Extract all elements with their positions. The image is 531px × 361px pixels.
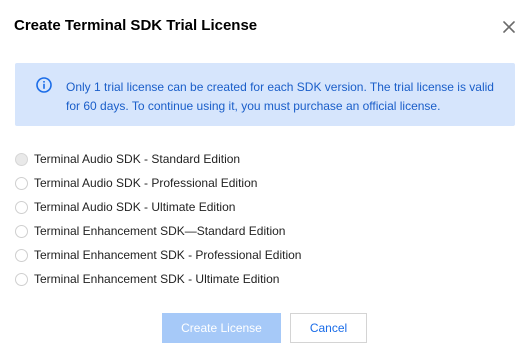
option-label[interactable]: Terminal Enhancement SDK - Ultimate Edit…: [34, 272, 279, 286]
dialog-title: Create Terminal SDK Trial License: [14, 17, 258, 34]
option-label[interactable]: Terminal Enhancement SDK - Professional …: [34, 248, 301, 262]
sdk-edition-radio-group: Terminal Audio SDK - Standard Edition Te…: [15, 147, 301, 291]
option-enhancement-professional[interactable]: Terminal Enhancement SDK - Professional …: [15, 243, 301, 267]
option-enhancement-ultimate[interactable]: Terminal Enhancement SDK - Ultimate Edit…: [15, 267, 301, 291]
option-label[interactable]: Terminal Enhancement SDK—Standard Editio…: [34, 224, 285, 238]
radio-audio-professional[interactable]: [15, 176, 28, 190]
radio-audio-ultimate[interactable]: [15, 200, 28, 214]
option-label[interactable]: Terminal Audio SDK - Ultimate Edition: [34, 200, 235, 214]
radio-enhancement-ultimate[interactable]: [15, 272, 28, 286]
radio-enhancement-standard[interactable]: [15, 224, 28, 238]
create-license-button[interactable]: Create License: [162, 313, 281, 343]
info-icon: [36, 77, 52, 93]
dialog-footer: Create License Cancel: [0, 313, 531, 343]
option-label: Terminal Audio SDK - Standard Edition: [34, 152, 241, 166]
option-audio-standard: Terminal Audio SDK - Standard Edition: [15, 147, 301, 171]
close-button[interactable]: [499, 17, 519, 37]
cancel-button[interactable]: Cancel: [290, 313, 367, 343]
radio-enhancement-professional[interactable]: [15, 248, 28, 262]
close-icon: [503, 21, 515, 33]
notice-text: Only 1 trial license can be created for …: [66, 80, 494, 113]
option-label[interactable]: Terminal Audio SDK - Professional Editio…: [34, 176, 257, 190]
create-license-dialog: Create Terminal SDK Trial License Only 1…: [0, 0, 531, 361]
option-audio-professional[interactable]: Terminal Audio SDK - Professional Editio…: [15, 171, 301, 195]
radio-audio-standard: [15, 152, 28, 166]
info-notice: Only 1 trial license can be created for …: [15, 63, 515, 126]
option-audio-ultimate[interactable]: Terminal Audio SDK - Ultimate Edition: [15, 195, 301, 219]
option-enhancement-standard[interactable]: Terminal Enhancement SDK—Standard Editio…: [15, 219, 301, 243]
